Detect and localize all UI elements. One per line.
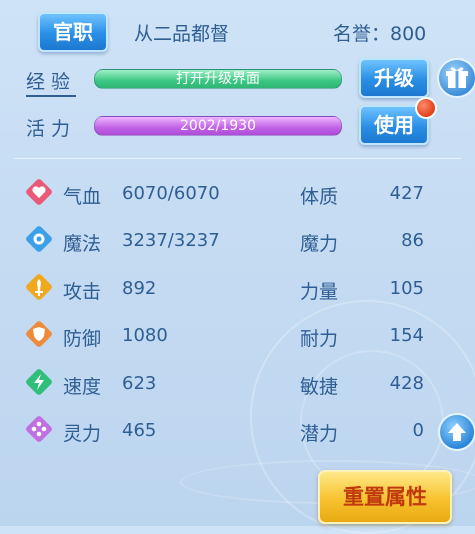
reset-attributes-button[interactable]: 重置属性 — [318, 470, 452, 524]
attr-name: 体质 — [300, 186, 339, 208]
stat-name: 速度 — [63, 376, 102, 398]
attr-value: 428 — [389, 373, 424, 394]
vitality-label: 活力 — [26, 118, 77, 140]
attr-value: 105 — [389, 278, 424, 299]
honor-value: 名誉：800 — [333, 23, 427, 45]
stat-name: 灵力 — [63, 423, 102, 445]
stat-name: 魔法 — [63, 233, 102, 255]
stat-name: 攻击 — [63, 281, 102, 303]
attr-name: 敏捷 — [300, 376, 339, 398]
stat-value: 623 — [122, 373, 157, 394]
stat-value: 3237/3237 — [122, 230, 220, 251]
arrow-up-icon[interactable] — [438, 413, 475, 451]
lightning-icon — [24, 367, 54, 397]
attr-name: 魔力 — [300, 233, 339, 255]
vitality-bar: 2002/1930 — [94, 116, 342, 136]
attr-name: 潜力 — [300, 423, 339, 445]
stat-name: 气血 — [63, 186, 102, 208]
mana-icon — [24, 224, 54, 254]
notification-dot — [415, 97, 437, 119]
gift-icon[interactable] — [437, 58, 475, 98]
attr-name: 耐力 — [300, 328, 339, 350]
sword-icon — [24, 272, 54, 302]
shield-icon — [24, 319, 54, 349]
attr-value: 427 — [389, 183, 424, 204]
spirit-icon — [24, 414, 54, 444]
stat-value: 465 — [122, 420, 157, 441]
stat-name: 防御 — [63, 328, 102, 350]
upgrade-button[interactable]: 升级 — [359, 58, 429, 98]
stat-value: 1080 — [122, 325, 168, 346]
heart-icon — [24, 177, 54, 207]
attr-name: 力量 — [300, 281, 339, 303]
rank-button[interactable]: 官职 — [38, 12, 108, 52]
stat-value: 6070/6070 — [122, 183, 220, 204]
stat-value: 892 — [122, 278, 157, 299]
attr-value: 154 — [389, 325, 424, 346]
divider — [14, 158, 461, 159]
attr-value: 86 — [401, 230, 424, 251]
exp-label[interactable]: 经验 — [26, 67, 77, 97]
rank-title: 从二品都督 — [134, 23, 230, 45]
attr-value: 0 — [412, 420, 424, 441]
exp-bar[interactable]: 打开升级界面 — [94, 69, 342, 89]
